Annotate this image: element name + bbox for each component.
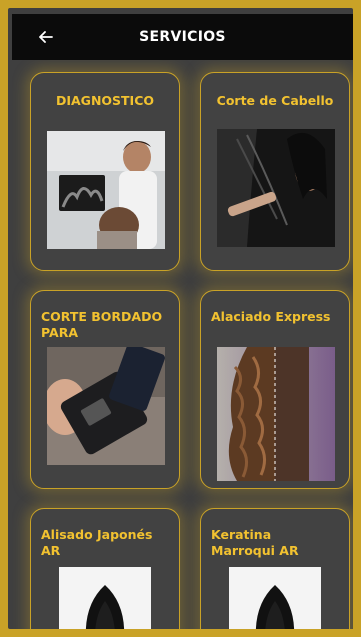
- back-arrow-icon: [39, 31, 53, 43]
- page-title: SERVICIOS: [139, 29, 226, 45]
- back-button[interactable]: [36, 27, 56, 47]
- service-label: Keratina Marroqui AR: [211, 527, 299, 558]
- service-image-corte-bordado: [47, 347, 165, 465]
- services-grid: DIAGNOSTICO Corte de Cabello CORTE BORDA…: [12, 60, 353, 629]
- service-label: Alaciado Express: [211, 309, 331, 324]
- service-card-corte-bordado[interactable]: CORTE BORDADO PARA: [30, 290, 180, 489]
- service-image-corte-cabello: [217, 129, 335, 247]
- service-label: Corte de Cabello: [216, 93, 334, 108]
- service-image-alisado-japones: [59, 567, 151, 629]
- service-card-corte-cabello[interactable]: Corte de Cabello: [200, 72, 350, 271]
- service-label: CORTE BORDADO PARA: [41, 309, 163, 340]
- service-card-diagnostico[interactable]: DIAGNOSTICO: [30, 72, 180, 271]
- app-bar: SERVICIOS: [12, 14, 353, 60]
- service-image-keratina-marroqui: [229, 567, 321, 629]
- service-image-diagnostico: [47, 131, 165, 249]
- service-image-alaciado-express: [217, 347, 335, 481]
- service-card-keratina-marroqui[interactable]: Keratina Marroqui AR: [200, 508, 350, 629]
- service-card-alisado-japones[interactable]: Alisado Japonés AR: [30, 508, 180, 629]
- service-label: DIAGNOSTICO: [55, 93, 155, 108]
- service-card-alaciado-express[interactable]: Alaciado Express: [200, 290, 350, 489]
- service-label: Alisado Japonés AR: [41, 527, 153, 558]
